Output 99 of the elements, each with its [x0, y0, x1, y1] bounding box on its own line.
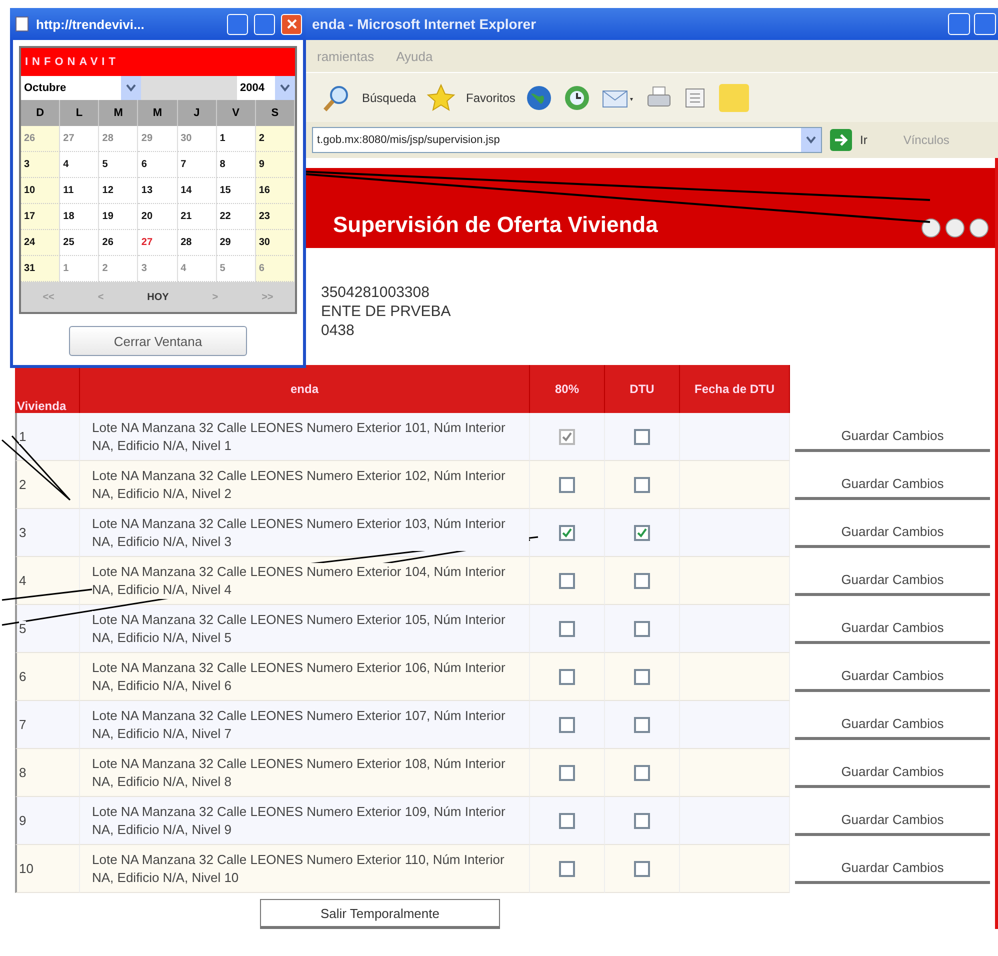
restore-button[interactable]: [974, 13, 996, 35]
table-cell: 9: [19, 813, 26, 828]
close-window-button[interactable]: Cerrar Ventana: [69, 326, 247, 356]
info-text: 0438: [321, 322, 356, 339]
brand-bar: INFONAVIT: [21, 48, 295, 76]
checkbox[interactable]: [559, 764, 575, 780]
weekday-label: L: [60, 100, 100, 126]
column-header: enda: [80, 365, 530, 413]
calendar-day[interactable]: 29: [216, 230, 256, 256]
checkbox[interactable]: [634, 716, 650, 732]
address-field[interactable]: t.gob.mx:8080/mis/jsp/supervision.jsp: [312, 127, 822, 153]
calendar-day[interactable]: 17: [21, 204, 60, 230]
month-select[interactable]: Octubre: [21, 76, 141, 100]
checkbox[interactable]: [559, 716, 575, 732]
table-cell: 4: [19, 573, 26, 588]
table-cell: 2: [19, 477, 26, 492]
checkbox[interactable]: [559, 812, 575, 828]
checkbox[interactable]: [559, 668, 575, 684]
window-title: enda - Microsoft Internet Explorer: [312, 16, 536, 32]
checkbox[interactable]: [559, 476, 575, 492]
calendar-day[interactable]: 2: [256, 126, 295, 152]
calendar-day[interactable]: 30: [256, 230, 295, 256]
checkbox[interactable]: [634, 428, 650, 444]
toolbar-label[interactable]: Búsqueda: [362, 90, 416, 104]
calendar-day[interactable]: 6: [138, 152, 178, 178]
checkbox[interactable]: [634, 524, 650, 540]
column-header: 80%: [530, 365, 605, 413]
calendar-day[interactable]: 27: [138, 230, 178, 256]
calendar-day[interactable]: 11: [60, 178, 100, 204]
info-text: 3504281003308: [321, 284, 430, 301]
maximize-button[interactable]: [254, 14, 275, 34]
calendar-day[interactable]: 19: [99, 204, 138, 230]
calendar-day[interactable]: 26: [99, 230, 138, 256]
weekday-label: J: [178, 100, 217, 126]
calendar-day[interactable]: 21: [178, 204, 217, 230]
weekday-label: M: [99, 100, 138, 126]
checkbox[interactable]: [634, 668, 650, 684]
calendar-day[interactable]: 12: [99, 178, 138, 204]
calendar-day[interactable]: 5: [99, 152, 138, 178]
calendar-day[interactable]: 3: [21, 152, 60, 178]
year-select[interactable]: 2004: [237, 76, 295, 100]
calendar-day[interactable]: 20: [138, 204, 178, 230]
table-cell: 1: [19, 429, 26, 444]
calendar-day[interactable]: 10: [21, 178, 60, 204]
globe-icon[interactable]: [525, 84, 554, 112]
star-icon[interactable]: [426, 82, 456, 112]
calendar-day[interactable]: 31: [21, 256, 60, 282]
table-cell: 8: [19, 765, 26, 780]
column-header: Fecha de DTU: [680, 365, 790, 413]
minimize-button[interactable]: [227, 14, 248, 34]
calendar-nav-button[interactable]: HOY: [147, 292, 169, 302]
calendar-day[interactable]: 7: [178, 152, 217, 178]
calendar-day[interactable]: 23: [256, 204, 295, 230]
column-header: Vivienda: [15, 365, 80, 413]
weekday-label: D: [21, 100, 60, 126]
popup-title: http://trendevivi...: [36, 16, 146, 32]
weekday-label: S: [256, 100, 295, 126]
round-button-icon[interactable]: [921, 218, 941, 238]
info-text: ENTE DE PRVEBA: [321, 303, 452, 320]
calendar-day[interactable]: 15: [216, 178, 256, 204]
checkbox[interactable]: [559, 524, 575, 540]
calendar-day[interactable]: 28: [178, 230, 217, 256]
calendar-day[interactable]: 8: [216, 152, 256, 178]
checkbox[interactable]: [634, 860, 650, 876]
weekday-label: M: [138, 100, 178, 126]
checkbox[interactable]: [634, 764, 650, 780]
calendar-day[interactable]: 18: [60, 204, 100, 230]
history-icon[interactable]: [563, 84, 592, 112]
minimize-button[interactable]: [948, 13, 970, 35]
calendar-day[interactable]: 14: [178, 178, 217, 204]
table-cell: 10: [19, 861, 34, 876]
calendar-day[interactable]: 13: [138, 178, 178, 204]
close-icon: [286, 19, 296, 29]
calendar-day[interactable]: 1: [216, 126, 256, 152]
close-button[interactable]: [281, 14, 302, 34]
checkbox[interactable]: [634, 572, 650, 588]
calendar-day[interactable]: 22: [216, 204, 256, 230]
calendar-day[interactable]: 25: [60, 230, 100, 256]
exit-button[interactable]: Salir Temporalmente: [260, 899, 500, 929]
weekday-label: V: [216, 100, 256, 126]
document-icon[interactable]: [683, 86, 708, 110]
go-label[interactable]: Ir: [860, 133, 868, 147]
checkbox[interactable]: [559, 860, 575, 876]
table-cell: 3: [19, 525, 26, 540]
checkbox[interactable]: [559, 620, 575, 636]
toolbar-label[interactable]: Favoritos: [466, 90, 516, 104]
checkbox[interactable]: [634, 476, 650, 492]
checkbox[interactable]: [559, 572, 575, 588]
calendar-day[interactable]: 9: [256, 152, 295, 178]
calendar-day[interactable]: 16: [256, 178, 295, 204]
checkbox[interactable]: [634, 620, 650, 636]
table-cell: 6: [19, 669, 26, 684]
calendar-day[interactable]: 4: [60, 152, 100, 178]
calendar-day[interactable]: 24: [21, 230, 60, 256]
table-cell: 7: [19, 717, 26, 732]
checkbox[interactable]: [634, 812, 650, 828]
page-icon: [14, 16, 30, 32]
table-cell: 5: [19, 621, 26, 636]
column-header: DTU: [605, 365, 680, 413]
